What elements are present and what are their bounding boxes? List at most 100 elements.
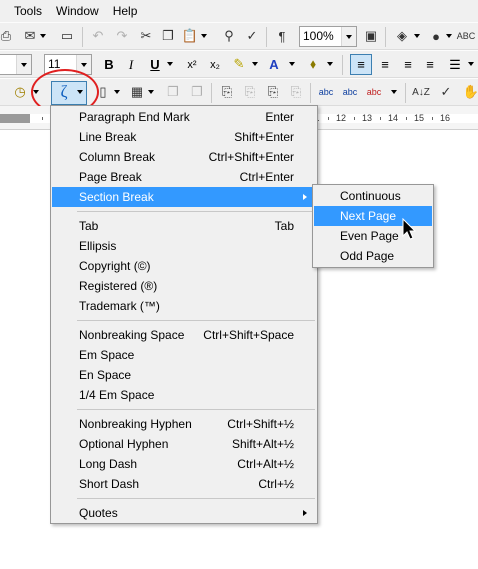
redo-icon[interactable]: ↷ <box>112 26 132 46</box>
cut-icon[interactable]: ✂ <box>136 26 156 46</box>
chevron-down-icon[interactable] <box>468 62 474 66</box>
menu-item-label: Line Break <box>79 130 137 144</box>
menu-item-optional-hyphen[interactable]: Optional Hyphen Shift+Alt+½ <box>52 434 316 454</box>
menu-item-shortcut: Ctrl+Shift+Space <box>203 328 294 342</box>
table-icon[interactable]: ▦ <box>127 82 147 102</box>
bold-button[interactable]: B <box>98 54 120 75</box>
menu-item-shortcut: Ctrl+Shift+Enter <box>208 150 294 164</box>
align-right-button[interactable]: ≡ <box>397 54 419 75</box>
menu-item-1-4-em-space[interactable]: 1/4 Em Space <box>52 385 316 405</box>
chevron-down-icon[interactable] <box>252 62 258 66</box>
fullscreen-icon[interactable]: ▣ <box>361 26 381 46</box>
chevron-down-icon[interactable] <box>201 34 207 38</box>
chevron-down-icon[interactable] <box>446 34 452 38</box>
preview-icon[interactable]: ▭ <box>57 26 77 46</box>
ruler-number: 13 <box>362 113 373 123</box>
menu-tools[interactable]: Tools <box>0 0 49 22</box>
menu-item-copyright[interactable]: Copyright (©) <box>52 256 316 276</box>
paste-icon[interactable]: 📋 <box>180 26 200 46</box>
list-button[interactable]: ☰ <box>444 54 466 75</box>
menu-item-shortcut: Ctrl+Enter <box>239 170 294 184</box>
menu-item-nonbreaking-space[interactable]: Nonbreaking Space Ctrl+Shift+Space <box>52 325 316 345</box>
abc-check2-icon[interactable]: abc <box>340 82 360 102</box>
superscript-button[interactable]: x² <box>181 54 203 75</box>
align-justify-button[interactable]: ≡ <box>419 54 441 75</box>
menu-item-column-break[interactable]: Column Break Ctrl+Shift+Enter <box>52 147 316 167</box>
abc-check-icon[interactable]: abc <box>316 82 336 102</box>
highlight-icon[interactable]: ✎ <box>229 54 249 74</box>
style2-icon[interactable]: ⎘ <box>286 82 306 102</box>
chevron-down-icon[interactable] <box>167 62 173 66</box>
clock-icon[interactable]: ◷ <box>10 82 30 102</box>
abc-icon[interactable]: ABC <box>456 26 476 46</box>
menu-item-line-break[interactable]: Line Break Shift+Enter <box>52 127 316 147</box>
copy-icon[interactable]: ❐ <box>158 26 178 46</box>
frame-icon[interactable]: ❐ <box>187 82 207 102</box>
chevron-down-icon[interactable] <box>391 90 397 94</box>
submenu-item-continuous[interactable]: Continuous <box>314 186 432 206</box>
menu-item-en-space[interactable]: En Space <box>52 365 316 385</box>
submenu-item-odd-page[interactable]: Odd Page <box>314 246 432 266</box>
chevron-down-icon[interactable] <box>114 90 120 94</box>
menu-item-tab[interactable]: Tab Tab <box>52 216 316 236</box>
menu-item-section-break[interactable]: Section Break <box>52 187 316 207</box>
layers-icon[interactable]: ◈ <box>392 26 412 46</box>
menu-item-label: En Space <box>79 368 132 382</box>
italic-button[interactable]: I <box>120 54 142 75</box>
color-icon[interactable]: ● <box>426 26 446 46</box>
menu-item-paragraph-end-mark[interactable]: Paragraph End Mark Enter <box>52 107 316 127</box>
menu-item-label: Em Space <box>79 348 135 362</box>
menu-item-page-break[interactable]: Page Break Ctrl+Enter <box>52 167 316 187</box>
menu-item-em-space[interactable]: Em Space <box>52 345 316 365</box>
menu-item-shortcut: Enter <box>265 110 294 124</box>
chevron-down-icon[interactable] <box>327 62 333 66</box>
subscript-button[interactable]: x₂ <box>204 54 226 75</box>
email-icon[interactable]: ✉ <box>20 26 40 46</box>
menu-separator <box>77 498 315 499</box>
submenu-item-label: Odd Page <box>340 249 395 263</box>
chevron-down-icon[interactable] <box>414 34 420 38</box>
copy-format-icon[interactable]: ⎘ <box>217 82 237 102</box>
zoom-combo[interactable]: 100% <box>299 26 357 47</box>
word-count-icon[interactable]: ✓ <box>436 82 456 102</box>
menu-item-shortcut: Ctrl+½ <box>258 477 294 491</box>
menu-item-quotes[interactable]: Quotes <box>52 503 316 523</box>
print-icon[interactable]: ⎙ <box>0 26 16 46</box>
menu-item-ellipsis[interactable]: Ellipsis <box>52 236 316 256</box>
underline-button[interactable]: U <box>144 54 166 75</box>
paste-format-icon[interactable]: ⎘ <box>240 82 260 102</box>
object-icon[interactable]: ❐ <box>163 82 183 102</box>
submenu-item-label: Next Page <box>340 209 397 223</box>
menu-item-shortcut: Shift+Alt+½ <box>231 437 294 451</box>
undo-icon[interactable]: ↶ <box>88 26 108 46</box>
menu-item-label: Long Dash <box>79 457 138 471</box>
menu-item-label: Optional Hyphen <box>79 437 169 451</box>
chevron-down-icon[interactable] <box>16 55 31 74</box>
clear-format-icon[interactable]: ⬧ <box>303 54 323 74</box>
align-center-button[interactable]: ≡ <box>374 54 396 75</box>
ruler-number: 16 <box>440 113 451 123</box>
find-icon[interactable]: ⚲ <box>219 26 239 46</box>
hand-icon[interactable]: ✋ <box>461 82 478 102</box>
menu-item-nonbreaking-hyphen[interactable]: Nonbreaking Hyphen Ctrl+Shift+½ <box>52 414 316 434</box>
menu-item-trademark[interactable]: Trademark (™) <box>52 296 316 316</box>
sort-icon[interactable]: A↓Z <box>411 82 431 102</box>
pilcrow-icon[interactable]: ¶ <box>272 26 292 46</box>
ruler-tick <box>380 117 381 120</box>
chevron-down-icon[interactable] <box>289 62 295 66</box>
font-color-icon[interactable]: A <box>264 54 284 74</box>
chevron-down-icon[interactable] <box>40 34 46 38</box>
menu-item-registered[interactable]: Registered (®) <box>52 276 316 296</box>
menu-item-short-dash[interactable]: Short Dash Ctrl+½ <box>52 474 316 494</box>
chevron-down-icon[interactable] <box>341 27 356 46</box>
chevron-down-icon[interactable] <box>148 90 154 94</box>
menu-window[interactable]: Window <box>49 0 106 22</box>
style-icon[interactable]: ⎘ <box>263 82 283 102</box>
ruler-tick <box>432 117 433 120</box>
menu-item-long-dash[interactable]: Long Dash Ctrl+Alt+½ <box>52 454 316 474</box>
font-name-combo[interactable] <box>0 54 32 75</box>
menu-help[interactable]: Help <box>106 0 145 22</box>
spellcheck-icon[interactable]: ✓ <box>242 26 262 46</box>
abc-reject-icon[interactable]: abc <box>364 82 384 102</box>
align-left-button[interactable]: ≡ <box>350 54 372 75</box>
